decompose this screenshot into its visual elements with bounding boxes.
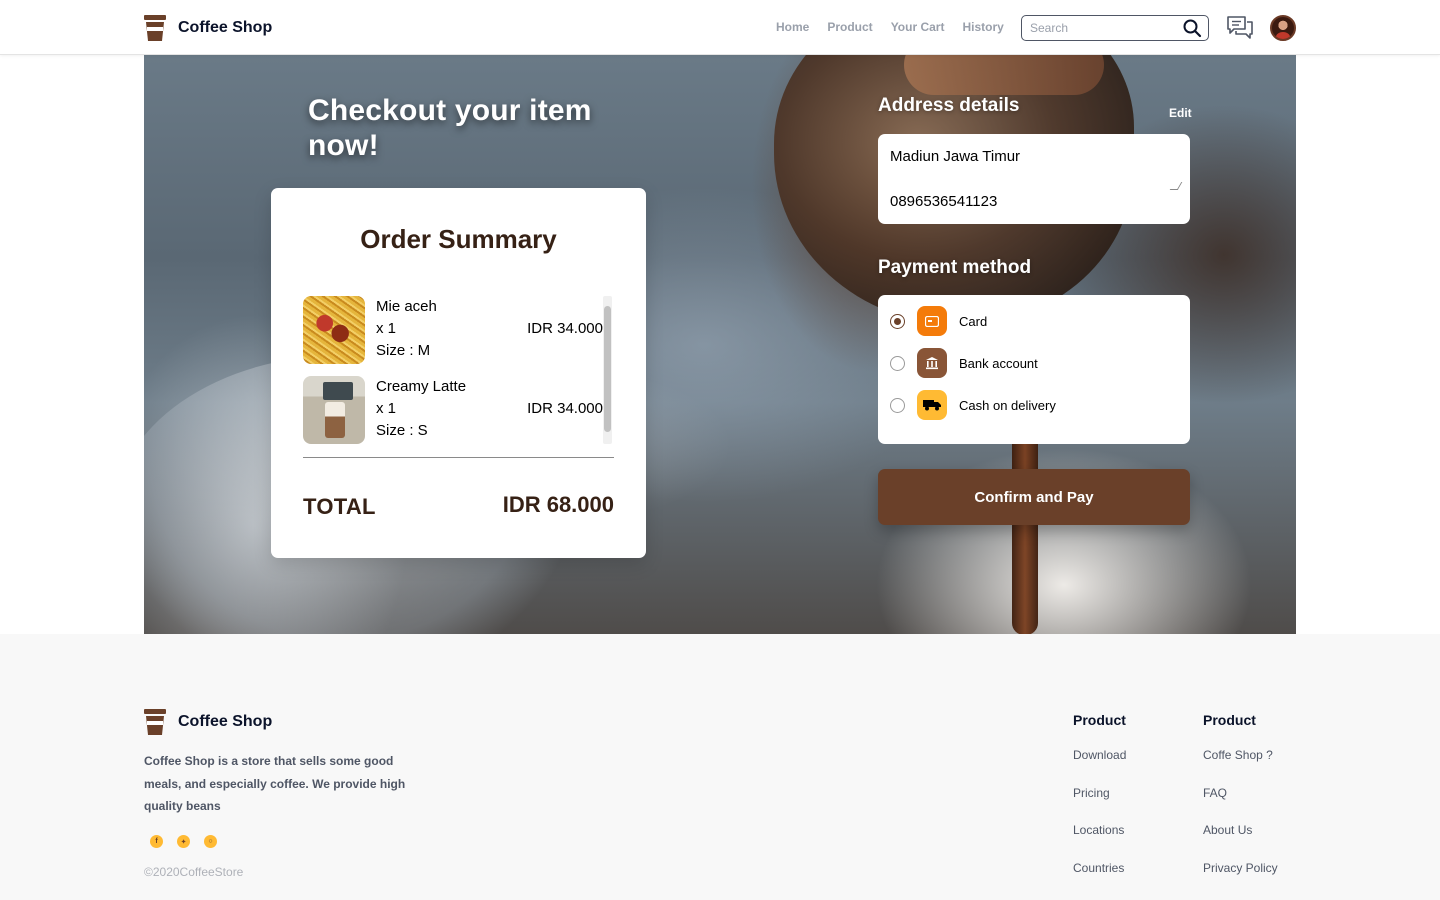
order-items-list: Mie aceh x 1 Size : M IDR 34.000 Creamy … [303, 296, 613, 444]
background-hand [904, 55, 1104, 95]
footer-column-company: Product Coffe Shop ? FAQ About Us Privac… [1203, 712, 1278, 898]
footer-link-download[interactable]: Download [1073, 748, 1126, 786]
nav-links: Home Product Your Cart History [776, 20, 1004, 34]
payment-option-cod[interactable]: Cash on delivery [890, 390, 1180, 420]
order-items-scrollbar[interactable] [603, 296, 612, 444]
footer-link-faq[interactable]: FAQ [1203, 786, 1278, 824]
item-price: IDR 34.000 [527, 320, 603, 337]
footer-link-privacy-policy[interactable]: Privacy Policy [1203, 861, 1278, 899]
item-image-mie-aceh [303, 296, 365, 364]
twitter-icon[interactable]: ✦ [177, 835, 190, 848]
address-line: Madiun Jawa Timur [890, 148, 1021, 165]
copyright: ©2020CoffeeStore [144, 865, 244, 879]
social-links: f ✦ ○ [150, 835, 217, 848]
chat-icon[interactable] [1226, 14, 1254, 42]
search-icon[interactable] [1182, 18, 1202, 38]
item-image-creamy-latte [303, 376, 365, 444]
avatar[interactable] [1270, 15, 1296, 41]
footer-description: Coffee Shop is a store that sells some g… [144, 754, 406, 813]
coffee-cup-logo-icon [144, 709, 166, 735]
payment-methods: Card Bank account Cash on delivery [878, 295, 1190, 444]
payment-title: Payment method [878, 257, 1032, 278]
footer-link-pricing[interactable]: Pricing [1073, 786, 1126, 824]
total-label: TOTAL [303, 494, 376, 519]
nav-product[interactable]: Product [827, 20, 872, 34]
bank-icon [917, 348, 947, 378]
confirm-and-pay-button[interactable]: Confirm and Pay [878, 469, 1190, 525]
footer-column-product: Product Download Pricing Locations Count… [1073, 712, 1126, 898]
item-qty: x 1 [376, 320, 397, 337]
footer: Coffee Shop Coffee Shop is a store that … [0, 634, 1440, 900]
item-price: IDR 34.000 [527, 400, 603, 417]
total-value: IDR 68.000 [502, 492, 614, 517]
footer-column-title: Product [1203, 712, 1256, 728]
payment-label: Card [959, 313, 988, 329]
brand[interactable]: Coffee Shop [144, 15, 272, 41]
footer-link-countries[interactable]: Countries [1073, 861, 1126, 899]
card-icon [917, 306, 947, 336]
footer-link-locations[interactable]: Locations [1073, 823, 1126, 861]
resize-handle-icon[interactable] [1169, 182, 1183, 190]
footer-column-title: Product [1073, 712, 1126, 728]
order-summary-card: Order Summary Mie aceh x 1 Size : M IDR … [271, 188, 646, 558]
nav-your-cart[interactable]: Your Cart [891, 20, 945, 34]
footer-brand-name: Coffee Shop [178, 713, 273, 730]
nav-home[interactable]: Home [776, 20, 809, 34]
brand-name: Coffee Shop [178, 19, 273, 36]
nav-history[interactable]: History [962, 20, 1003, 34]
order-summary-title: Order Summary [360, 224, 557, 254]
radio-cod[interactable] [890, 397, 905, 413]
truck-icon [917, 390, 947, 420]
navbar: Coffee Shop Home Product Your Cart Histo… [0, 0, 1440, 55]
coffee-cup-logo-icon [144, 15, 166, 41]
page-title: Checkout your item now! [308, 94, 592, 162]
payment-label: Bank account [959, 355, 1038, 371]
item-name: Creamy Latte [376, 378, 467, 395]
instagram-icon[interactable]: ○ [204, 835, 217, 848]
footer-link-about-us[interactable]: About Us [1203, 823, 1278, 861]
item-size: Size : M [376, 342, 431, 359]
address-phone: 0896536541123 [890, 193, 998, 210]
address-field[interactable]: Madiun Jawa Timur 0896536541123 [878, 134, 1190, 224]
edit-address-link[interactable]: Edit [1169, 106, 1192, 120]
search-box [1021, 15, 1209, 41]
order-item: Mie aceh x 1 Size : M IDR 34.000 [303, 296, 603, 364]
payment-label: Cash on delivery [959, 397, 1056, 413]
item-qty: x 1 [376, 400, 397, 417]
payment-option-card[interactable]: Card [890, 306, 1180, 336]
search-input[interactable] [1030, 21, 1180, 35]
footer-link-coffee-shop[interactable]: Coffe Shop ? [1203, 748, 1278, 786]
radio-card[interactable] [890, 313, 905, 329]
item-size: Size : S [376, 422, 428, 439]
footer-brand[interactable]: Coffee Shop [144, 709, 272, 735]
checkout-hero: Checkout your item now! Order Summary Mi… [144, 55, 1296, 634]
radio-bank[interactable] [890, 355, 905, 371]
facebook-icon[interactable]: f [150, 835, 163, 848]
address-title: Address details [878, 95, 1020, 116]
order-item: Creamy Latte x 1 Size : S IDR 34.000 [303, 376, 603, 444]
item-name: Mie aceh [376, 298, 437, 315]
payment-option-bank[interactable]: Bank account [890, 348, 1180, 378]
summary-divider [303, 457, 614, 458]
